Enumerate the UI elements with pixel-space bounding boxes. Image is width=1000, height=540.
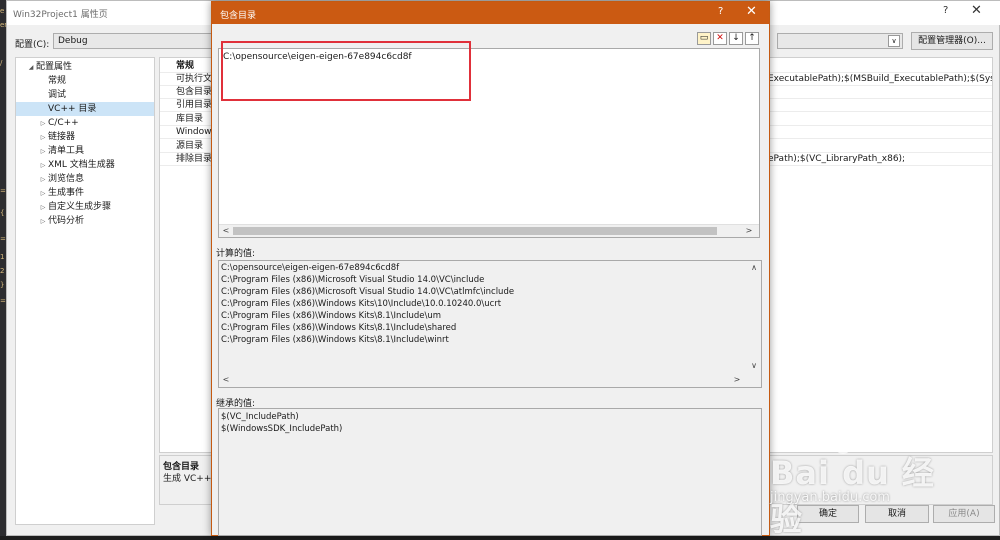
dialog-titlebar: 包含目录 ? ✕ xyxy=(212,2,769,24)
expand-arrow-icon[interactable]: ▷ xyxy=(38,117,48,131)
tree-item[interactable]: ▷ 浏览信息 xyxy=(16,172,154,186)
grid-row-name: 源目录 xyxy=(176,141,204,151)
scroll-left-icon[interactable]: < xyxy=(220,374,232,386)
tree-item[interactable]: ▷ 生成事件 xyxy=(16,186,154,200)
move-down-icon[interactable]: ↓ xyxy=(729,32,743,45)
evaluated-value-label: 计算的值: xyxy=(216,249,256,259)
grid-row-name: 引用目录 xyxy=(176,100,213,110)
baidu-watermark: Bai du 经验 jingyan.baidu.com xyxy=(762,430,962,538)
config-label: 配置(C): xyxy=(15,40,50,50)
inherited-path: $(WindowsSDK_IncludePath) xyxy=(221,424,343,434)
evaluated-path: C:\Program Files (x86)\Windows Kits\8.1\… xyxy=(221,335,449,345)
grid-row-name: 包含目录 xyxy=(176,87,213,97)
evaluated-path: C:\opensource\eigen-eigen-67e894c6cd8f xyxy=(221,263,400,273)
grid-category-label: 常规 xyxy=(176,61,195,71)
tree-item[interactable]: ▷ C/C++ xyxy=(16,116,154,130)
delete-icon[interactable]: ✕ xyxy=(713,32,727,45)
tree-item[interactable]: ▷ 链接器 xyxy=(16,130,154,144)
expand-arrow-icon[interactable]: ▷ xyxy=(38,173,48,187)
grid-row-value: ePath);$(VC_LibraryPath_x86); xyxy=(768,154,906,164)
horizontal-scrollbar[interactable]: < > xyxy=(219,374,749,387)
expand-arrow-icon[interactable]: ▷ xyxy=(38,159,48,173)
tree-item-label: 配置属性 xyxy=(36,62,73,72)
help-button[interactable]: ? xyxy=(943,5,948,16)
tree-item[interactable]: VC++ 目录 xyxy=(16,102,154,116)
tree-item[interactable]: ◢ 配置属性 xyxy=(16,60,154,74)
include-directories-dialog: 包含目录 ? ✕ ▭ ✕ ↓ ↑ C:\opensource\eigen-eig… xyxy=(211,1,770,536)
tree-item-label: 调试 xyxy=(48,90,67,100)
dialog-close-button[interactable]: ✕ xyxy=(746,4,757,19)
evaluated-path: C:\Program Files (x86)\Microsoft Visual … xyxy=(221,275,485,285)
tree-item-label: 自定义生成步骤 xyxy=(48,202,112,212)
evaluated-path: C:\Program Files (x86)\Windows Kits\10\I… xyxy=(221,299,502,309)
tree-item-label: 生成事件 xyxy=(48,188,85,198)
scroll-down-icon[interactable]: ∨ xyxy=(748,360,760,372)
grid-row-name: 排除目录 xyxy=(176,154,213,164)
expand-arrow-icon[interactable]: ◢ xyxy=(26,61,36,75)
evaluated-path: C:\Program Files (x86)\Microsoft Visual … xyxy=(221,287,515,297)
expand-arrow-icon[interactable]: ▷ xyxy=(38,215,48,229)
config-select[interactable]: Debug xyxy=(53,33,213,49)
close-button[interactable]: ✕ xyxy=(971,3,982,18)
watermark-url: jingyan.baidu.com xyxy=(770,490,890,505)
vertical-scrollbar[interactable]: ∧ ∨ xyxy=(747,261,761,387)
tree-item[interactable]: 常规 xyxy=(16,74,154,88)
expand-arrow-icon[interactable]: ▷ xyxy=(38,131,48,145)
window-title: Win32Project1 属性页 xyxy=(13,10,108,20)
tree-item-label: 浏览信息 xyxy=(48,174,85,184)
inherited-path: $(VC_IncludePath) xyxy=(221,412,299,422)
tree-item-label: 清单工具 xyxy=(48,146,85,156)
tree-item-label: VC++ 目录 xyxy=(48,104,97,114)
evaluated-path: C:\Program Files (x86)\Windows Kits\8.1\… xyxy=(221,323,457,333)
scroll-right-icon[interactable]: > xyxy=(743,225,755,237)
scroll-up-icon[interactable]: ∧ xyxy=(748,262,760,274)
grid-row-name: 库目录 xyxy=(176,114,204,124)
annotation-highlight-box xyxy=(221,41,471,101)
expand-arrow-icon[interactable]: ▷ xyxy=(38,145,48,159)
tree-item[interactable]: ▷ 清单工具 xyxy=(16,144,154,158)
config-manager-button[interactable]: 配置管理器(O)... xyxy=(911,32,993,50)
new-line-folder-icon[interactable]: ▭ xyxy=(697,32,711,45)
tree-item-label: 常规 xyxy=(48,76,67,86)
scroll-left-icon[interactable]: < xyxy=(220,225,232,237)
dialog-title: 包含目录 xyxy=(220,11,257,21)
tree-item[interactable]: ▷ 代码分析 xyxy=(16,214,154,228)
move-up-icon[interactable]: ↑ xyxy=(745,32,759,45)
tree-item-label: 代码分析 xyxy=(48,216,85,226)
inherited-value-list: $(VC_IncludePath) $(WindowsSDK_IncludePa… xyxy=(218,408,762,536)
tree-item[interactable]: ▷ XML 文档生成器 xyxy=(16,158,154,172)
tree-item-label: XML 文档生成器 xyxy=(48,160,115,170)
dialog-help-button[interactable]: ? xyxy=(718,6,723,17)
tree-item[interactable]: 调试 xyxy=(16,88,154,102)
scroll-right-icon[interactable]: > xyxy=(731,374,743,386)
horizontal-scrollbar[interactable]: < > xyxy=(219,224,759,237)
tree-item-label: C/C++ xyxy=(48,118,79,128)
scrollbar-thumb[interactable] xyxy=(233,227,717,235)
expand-arrow-icon[interactable]: ▷ xyxy=(38,201,48,215)
evaluated-path: C:\Program Files (x86)\Windows Kits\8.1\… xyxy=(221,311,441,321)
evaluated-value-list: C:\opensource\eigen-eigen-67e894c6cd8f C… xyxy=(218,260,762,388)
expand-arrow-icon[interactable]: ▷ xyxy=(38,187,48,201)
tree-item-label: 链接器 xyxy=(48,132,76,142)
chevron-down-icon[interactable]: ∨ xyxy=(888,35,900,47)
grid-row-value: ExecutablePath);$(MSBuild_ExecutablePath… xyxy=(768,74,992,84)
property-tree: ◢ 配置属性 常规 调试 VC++ 目录 ▷ C/C++ ▷ 链接器 ▷ 清单工具 ▷ XML 文档生成… xyxy=(15,57,155,525)
platform-select[interactable]: ∨ xyxy=(777,33,903,49)
include-paths-editor[interactable]: C:\opensource\eigen-eigen-67e894c6cd8f <… xyxy=(218,41,760,238)
tree-item[interactable]: ▷ 自定义生成步骤 xyxy=(16,200,154,214)
